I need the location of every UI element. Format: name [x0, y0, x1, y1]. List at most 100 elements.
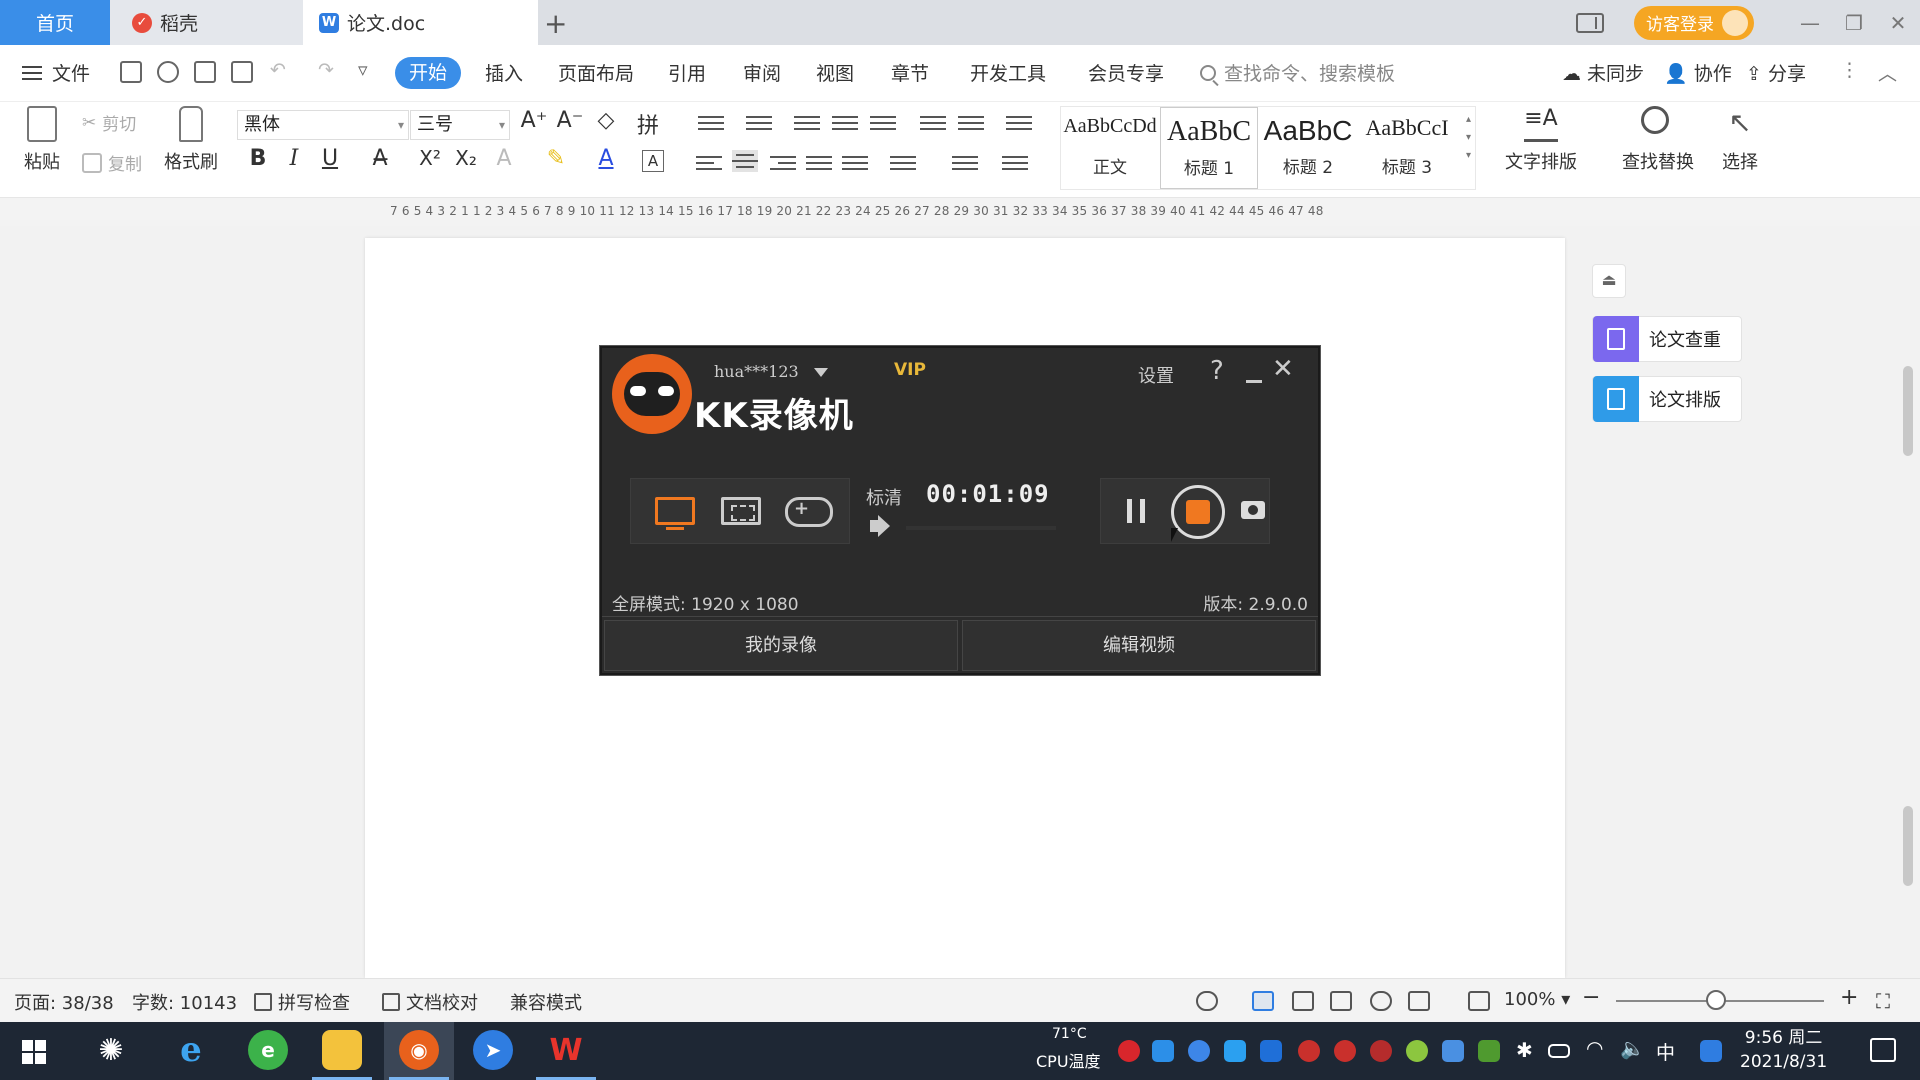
- game-mode-icon[interactable]: [785, 497, 833, 527]
- print-icon[interactable]: [194, 61, 216, 83]
- tray-feishu-icon[interactable]: [1188, 1040, 1210, 1062]
- word-count[interactable]: 字数: 10143: [132, 989, 237, 1015]
- italic-button[interactable]: I: [280, 146, 308, 171]
- menu-view[interactable]: 视图: [816, 59, 854, 86]
- zoom-level[interactable]: 100% ▾: [1504, 989, 1570, 1010]
- style-heading-2[interactable]: AaBbC 标题 2: [1259, 107, 1357, 189]
- web-view-icon[interactable]: [1370, 991, 1392, 1011]
- customize-toolbar-icon[interactable]: ▿: [358, 59, 368, 81]
- tray-shield-icon[interactable]: [1260, 1040, 1282, 1062]
- tab-home[interactable]: 首页: [0, 0, 110, 45]
- horizontal-ruler[interactable]: 7 6 5 4 3 2 1 1 2 3 4 5 6 7 8 9 10 11 12…: [0, 198, 1920, 226]
- share-button[interactable]: ⇪ 分享: [1746, 59, 1806, 86]
- zoom-out-button[interactable]: −: [1582, 985, 1600, 1010]
- file-explorer-icon[interactable]: [322, 1030, 362, 1070]
- region-mode-icon[interactable]: [721, 497, 761, 525]
- page-view-icon[interactable]: [1252, 991, 1274, 1011]
- windows-start-icon[interactable]: [22, 1040, 46, 1064]
- stop-record-button[interactable]: [1171, 485, 1225, 539]
- bluetooth-icon[interactable]: ✱: [1516, 1038, 1533, 1062]
- pause-button[interactable]: [1127, 499, 1145, 523]
- find-replace-button[interactable]: 查找替换: [1608, 106, 1708, 174]
- strikethrough-icon[interactable]: A̶: [366, 146, 394, 171]
- volume-icon[interactable]: 🔈: [1620, 1036, 1645, 1060]
- collaborate-button[interactable]: 👤 协作: [1664, 59, 1732, 86]
- page-count[interactable]: 页面: 38/38: [14, 989, 114, 1015]
- distributed-icon[interactable]: [842, 152, 868, 174]
- tray-nvidia-icon[interactable]: [1478, 1040, 1500, 1062]
- style-scroll-icon[interactable]: ▴ ▾ ▾: [1466, 111, 1471, 165]
- battery-icon[interactable]: [1548, 1044, 1570, 1058]
- cut-button[interactable]: ✂ 剪切: [82, 110, 136, 136]
- text-layout-button[interactable]: ≡A 文字排版: [1496, 106, 1586, 174]
- command-search[interactable]: 查找命令、搜索模板: [1200, 59, 1395, 86]
- pinwheel-app-icon[interactable]: ✺: [91, 1030, 131, 1070]
- tab-daoke[interactable]: ✓ 稻壳: [110, 0, 303, 45]
- side-panel-collapse-button[interactable]: ⏏: [1592, 264, 1626, 298]
- tray-network-app-icon[interactable]: [1442, 1040, 1464, 1062]
- kk-vip-badge[interactable]: VIP: [894, 360, 926, 380]
- camera-icon[interactable]: [1241, 501, 1265, 519]
- justify-icon[interactable]: [806, 152, 832, 174]
- minimize-button[interactable]: —: [1788, 11, 1832, 35]
- text-effect-icon[interactable]: A: [490, 146, 518, 171]
- visitor-login-button[interactable]: 访客登录: [1634, 5, 1754, 40]
- superscript-icon[interactable]: X²: [416, 146, 444, 170]
- paper-layout-button[interactable]: 论文排版: [1592, 376, 1742, 422]
- font-color-icon[interactable]: A: [592, 146, 620, 171]
- redo-icon[interactable]: ↷: [318, 59, 334, 81]
- menu-page-layout[interactable]: 页面布局: [558, 59, 634, 86]
- restore-button[interactable]: ❐: [1832, 11, 1876, 35]
- menu-member[interactable]: 会员专享: [1088, 59, 1164, 86]
- menu-insert[interactable]: 插入: [485, 59, 523, 86]
- speaker-icon[interactable]: [870, 520, 880, 532]
- style-heading-3[interactable]: AaBbCcI 标题 3: [1358, 107, 1456, 189]
- export-pdf-icon[interactable]: [157, 61, 179, 83]
- align-center-icon[interactable]: [732, 150, 758, 172]
- paste-button[interactable]: 粘贴: [12, 106, 72, 174]
- menu-review[interactable]: 审阅: [743, 59, 781, 86]
- save-icon[interactable]: [120, 61, 142, 83]
- kk-username[interactable]: hua***123: [714, 362, 799, 381]
- tray-qq2-icon[interactable]: [1334, 1040, 1356, 1062]
- menu-references[interactable]: 引用: [668, 59, 706, 86]
- format-painter-button[interactable]: 格式刷: [160, 106, 222, 174]
- new-tab-button[interactable]: +: [544, 7, 567, 40]
- kk-close-button[interactable]: ✕: [1272, 354, 1294, 384]
- subscript-icon[interactable]: X₂: [452, 146, 480, 170]
- eye-protection-icon[interactable]: [1196, 991, 1218, 1011]
- window-layout-icon[interactable]: [1576, 12, 1604, 33]
- collapse-ribbon-icon[interactable]: ︿: [1878, 59, 1897, 86]
- char-border-icon[interactable]: A: [642, 150, 664, 172]
- print-preview-icon[interactable]: [231, 61, 253, 83]
- vertical-scrollbar-thumb[interactable]: [1903, 806, 1913, 886]
- menu-start[interactable]: 开始: [395, 57, 461, 89]
- tray-app-blue-icon[interactable]: [1152, 1040, 1174, 1062]
- sync-status[interactable]: ☁ 未同步: [1562, 59, 1644, 86]
- font-name-select[interactable]: 黑体: [237, 110, 409, 140]
- wps-icon[interactable]: W: [546, 1030, 586, 1070]
- align-left-icon[interactable]: [696, 152, 722, 174]
- highlight-icon[interactable]: ✎: [542, 146, 570, 171]
- tray-qq3-icon[interactable]: [1370, 1040, 1392, 1062]
- tray-app-red-icon[interactable]: [1118, 1040, 1140, 1062]
- notification-center-icon[interactable]: [1870, 1038, 1896, 1062]
- increase-indent-icon[interactable]: [832, 112, 858, 134]
- kk-minimize-button[interactable]: [1246, 380, 1262, 383]
- fullscreen-mode-icon[interactable]: [655, 497, 695, 530]
- kk-volume-slider[interactable]: [906, 526, 1056, 530]
- fullscreen-icon[interactable]: ⛶: [1876, 989, 1890, 1013]
- more-icon[interactable]: ⋮: [1840, 59, 1859, 81]
- shading-icon[interactable]: [952, 152, 978, 174]
- style-heading-1[interactable]: AaBbC 标题 1: [1160, 107, 1258, 189]
- decrease-indent-icon[interactable]: [794, 112, 820, 134]
- spell-check-button[interactable]: 拼写检查: [254, 989, 350, 1015]
- tab-document[interactable]: W 论文.doc: [303, 0, 538, 45]
- kk-quality-label[interactable]: 标清: [866, 484, 902, 510]
- menu-chapter[interactable]: 章节: [891, 59, 929, 86]
- menu-developer[interactable]: 开发工具: [970, 59, 1046, 86]
- tray-q-icon[interactable]: [1700, 1040, 1722, 1062]
- chevron-down-icon[interactable]: [814, 368, 828, 377]
- write-mode-icon[interactable]: [1408, 991, 1430, 1011]
- style-normal[interactable]: AaBbCcDd 正文: [1061, 107, 1159, 189]
